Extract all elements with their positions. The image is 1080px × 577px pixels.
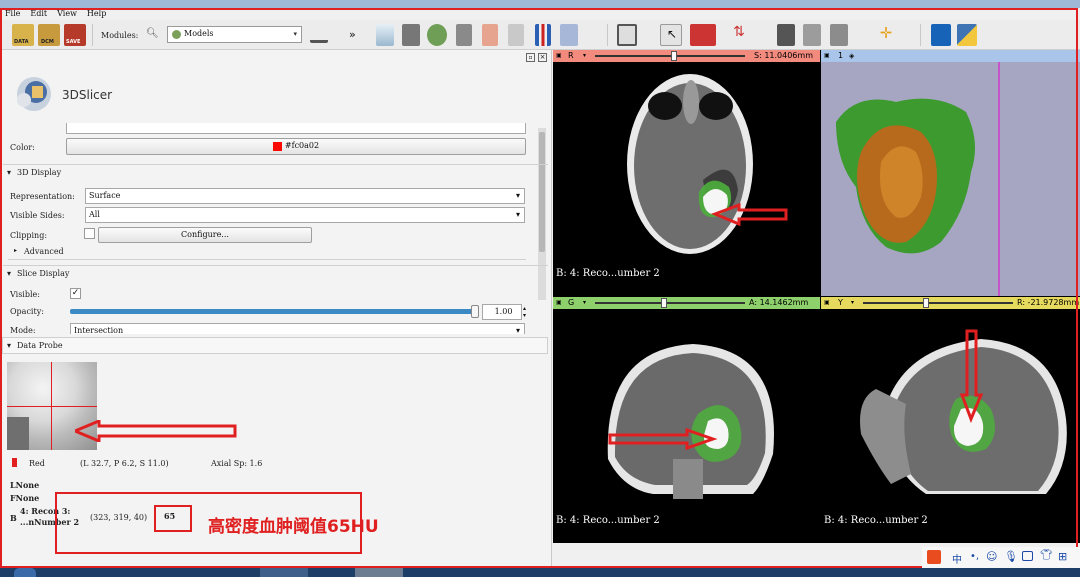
title-bar (0, 0, 1080, 8)
slicer-app: File Edit View Help DATA DCM SAVE Modules: … (0, 0, 1080, 577)
keyboard-icon[interactable] (1022, 551, 1033, 561)
taskbar-slicer-button[interactable] (355, 568, 403, 577)
tools-grid-icon[interactable]: ⊞ (1058, 550, 1067, 563)
emoji-icon[interactable]: ☺ (986, 550, 997, 563)
system-tray: 中 •, ☺ 🎙︎ 👕︎ ⊞ (922, 547, 1080, 568)
start-button[interactable] (14, 568, 36, 577)
screenshot-outline-annotation (0, 8, 1078, 568)
ime-mode-indicator[interactable]: 中 (952, 551, 962, 566)
taskbar-app-button[interactable] (260, 568, 308, 577)
punctuation-icon[interactable]: •, (970, 551, 979, 562)
windows-taskbar (0, 568, 1080, 577)
skin-icon[interactable]: 👕︎ (1040, 550, 1053, 561)
microphone-icon[interactable]: 🎙︎ (1004, 550, 1018, 563)
sogou-ime-icon[interactable] (927, 550, 941, 564)
